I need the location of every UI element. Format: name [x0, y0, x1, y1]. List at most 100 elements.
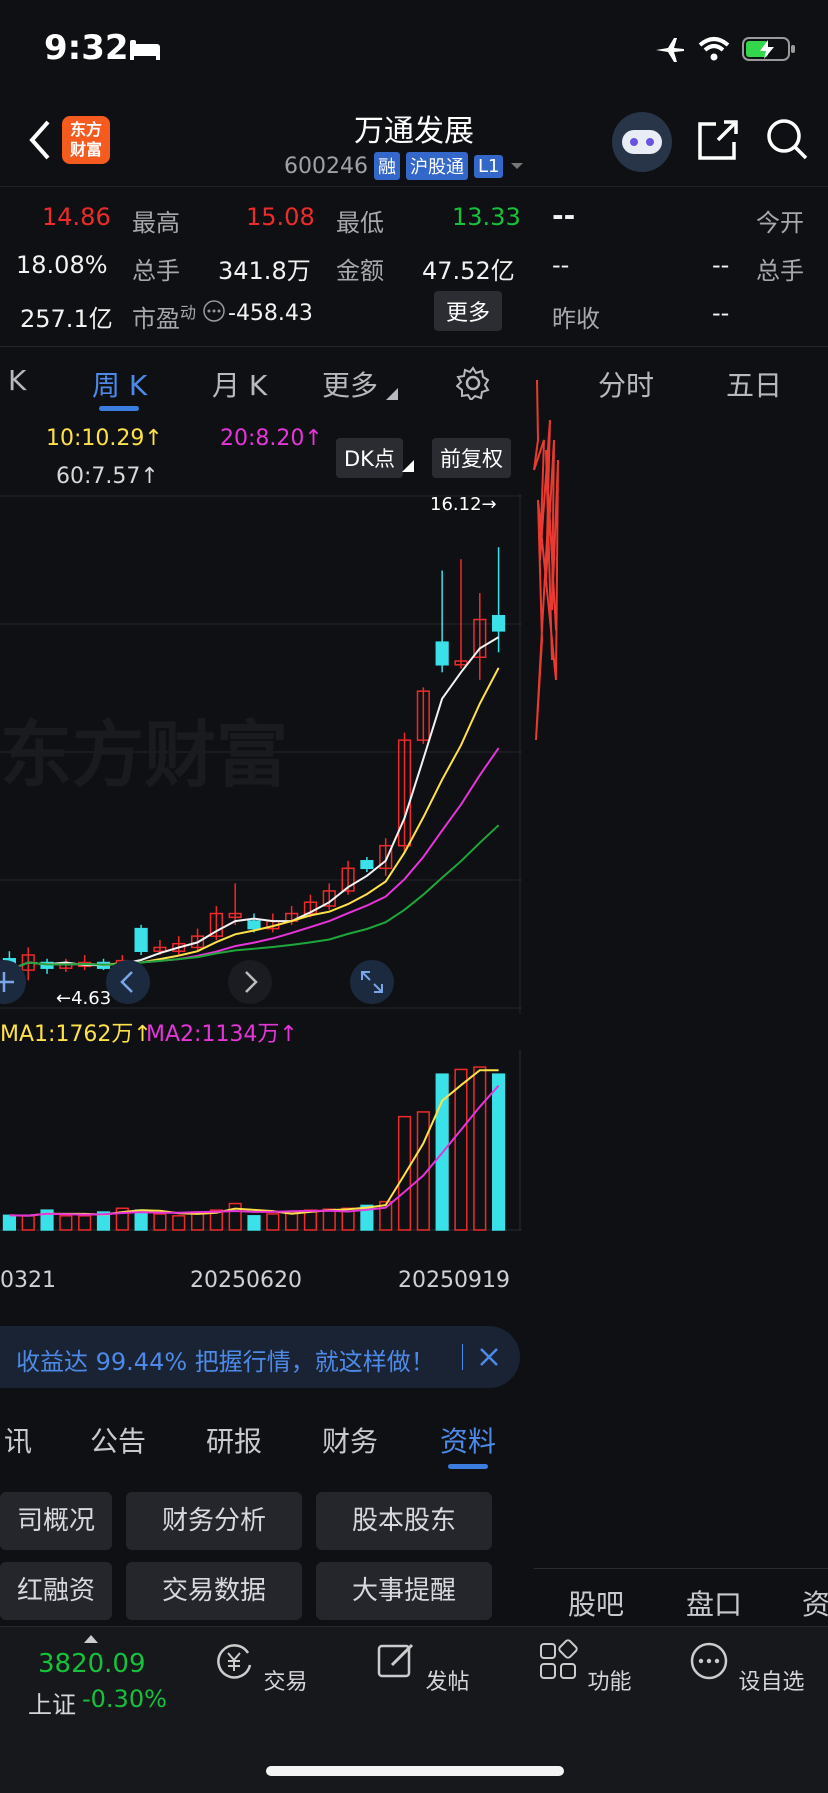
- volume-bar: [172, 1215, 186, 1231]
- vol-ma1-line: [9, 1069, 499, 1217]
- right-dash: --: [552, 199, 576, 232]
- pan-right-button[interactable]: [228, 960, 272, 1004]
- nav-trade[interactable]: 交易: [200, 1639, 320, 1696]
- open-label: 今开: [756, 209, 804, 237]
- nav-post[interactable]: 发帖: [362, 1639, 482, 1696]
- ma20-label: 20:8.20↑: [220, 426, 323, 451]
- volume-bar: [454, 1068, 468, 1231]
- tag-hgt: 沪股通: [405, 152, 468, 180]
- financial-analysis-button[interactable]: 财务分析: [126, 1492, 302, 1550]
- tab-profile[interactable]: 资料: [440, 1420, 496, 1460]
- trade-icon: [217, 1644, 252, 1679]
- corner-triangle-icon: [386, 388, 398, 400]
- divider: [0, 346, 828, 347]
- share-icon[interactable]: [696, 118, 740, 162]
- index-name: 上证: [28, 1691, 76, 1719]
- kline-chart[interactable]: 东方财富 16.12→ ←4.63: [0, 494, 522, 1014]
- tab-k[interactable]: K: [8, 364, 26, 397]
- tab-news[interactable]: 讯: [4, 1420, 32, 1460]
- market-cap: 257.1亿: [20, 305, 113, 333]
- dropdown-icon: [511, 163, 524, 169]
- tab-week-k[interactable]: 周 K: [92, 364, 147, 404]
- close-icon[interactable]: [478, 1346, 500, 1368]
- tab-research[interactable]: 研报: [206, 1420, 262, 1460]
- more-circle-icon: [691, 1642, 728, 1680]
- volume-bar: [247, 1215, 261, 1231]
- ma120-line: [9, 824, 500, 972]
- high-label: 最高: [132, 209, 180, 237]
- tab-more[interactable]: 更多: [322, 364, 378, 404]
- dividend-financing-button[interactable]: 红融资: [0, 1562, 112, 1620]
- tab-underline: [99, 406, 139, 411]
- nav-add-watchlist[interactable]: 设自选: [686, 1639, 806, 1696]
- tab-five-day[interactable]: 五日: [726, 364, 782, 404]
- stock-code-row[interactable]: 600246 融 沪股通 L1: [284, 152, 525, 180]
- tab-announcement[interactable]: 公告: [90, 1420, 146, 1460]
- intraday-line: [533, 380, 559, 741]
- volume-bar: [153, 1213, 167, 1231]
- adjust-button[interactable]: 前复权: [432, 438, 511, 478]
- date-label-3: 20250919: [398, 1268, 510, 1293]
- kline-tabs: K 周 K 月 K 更多: [0, 348, 530, 412]
- volume-bar: [59, 1215, 73, 1231]
- robot-avatar-icon[interactable]: [612, 112, 672, 172]
- promo-text: 收益达 99.44% 把握行情，就这样做！: [16, 1348, 435, 1376]
- price: 14.86: [42, 203, 111, 231]
- nav-function[interactable]: 功能: [524, 1639, 644, 1696]
- candle-body: [435, 641, 449, 666]
- volume-bar: [228, 1202, 242, 1231]
- ma10-label: 10:10.29↑: [46, 426, 163, 451]
- zoom-in-button[interactable]: [0, 960, 26, 1004]
- settings-gear-icon[interactable]: [456, 366, 490, 400]
- home-indicator: [266, 1766, 564, 1776]
- prev-close-label: 昨收: [552, 305, 600, 333]
- volume-chart[interactable]: [0, 1050, 522, 1260]
- volume-bar: [322, 1208, 336, 1231]
- search-icon[interactable]: [764, 116, 810, 162]
- tag-margin: 融: [373, 152, 400, 180]
- fullscreen-button[interactable]: [350, 960, 394, 1004]
- watermark: 东方财富: [0, 713, 288, 797]
- quote-panel: 14.86 最高 15.08 最低 13.33 -- 今开 18.08% 总手 …: [0, 187, 828, 347]
- dk-point-button[interactable]: DK点: [336, 438, 403, 478]
- pan-left-button[interactable]: [106, 960, 150, 1004]
- tab-fund[interactable]: 资: [802, 1583, 828, 1623]
- vol-ma1-label: MA1:1762万↑: [0, 1022, 152, 1047]
- edit-icon: [378, 1643, 414, 1678]
- shareholders-button[interactable]: 股本股东: [316, 1492, 492, 1550]
- volume-bar: [266, 1213, 280, 1231]
- tab-forum[interactable]: 股吧: [568, 1583, 624, 1623]
- more-button[interactable]: 更多: [434, 291, 503, 331]
- volume-value: 341.8万: [218, 257, 311, 285]
- more-dots-icon[interactable]: [202, 299, 226, 323]
- index-value[interactable]: 3820.09: [38, 1649, 146, 1679]
- trading-data-button[interactable]: 交易数据: [126, 1562, 302, 1620]
- right-value-1: --: [552, 251, 570, 279]
- low-marker: ←4.63: [56, 988, 111, 1009]
- volume-bar: [78, 1215, 92, 1231]
- volume-bar: [473, 1066, 487, 1231]
- vol-ma2-line: [9, 1084, 500, 1217]
- right-volume-label: 总手: [756, 257, 804, 285]
- pe-label-text: 市盈: [132, 305, 180, 333]
- tab-finance[interactable]: 财务: [322, 1420, 378, 1460]
- vol-ma2-label: MA2:1134万↑: [146, 1022, 298, 1047]
- candle-body: [134, 927, 148, 952]
- promo-banner[interactable]: 收益达 99.44% 把握行情，就这样做！: [0, 1326, 520, 1388]
- nav-watch-label: 设自选: [738, 1670, 805, 1695]
- bed-icon: [130, 40, 160, 60]
- tab-intraday[interactable]: 分时: [598, 364, 654, 404]
- date-label-2: 20250620: [190, 1268, 302, 1293]
- stock-code: 600246: [284, 153, 368, 179]
- candle-body: [360, 860, 374, 870]
- company-overview-button[interactable]: 司概况: [0, 1492, 112, 1550]
- date-label-1: 0321: [0, 1268, 56, 1293]
- events-reminder-button[interactable]: 大事提醒: [316, 1562, 492, 1620]
- wifi-icon: [698, 37, 730, 61]
- tab-underline: [448, 1464, 488, 1469]
- expand-icon: [361, 971, 383, 993]
- right-value-3: --: [712, 299, 730, 327]
- tab-month-k[interactable]: 月 K: [212, 364, 267, 404]
- tab-order-book[interactable]: 盘口: [686, 1583, 742, 1623]
- low-label: 最低: [336, 209, 384, 237]
